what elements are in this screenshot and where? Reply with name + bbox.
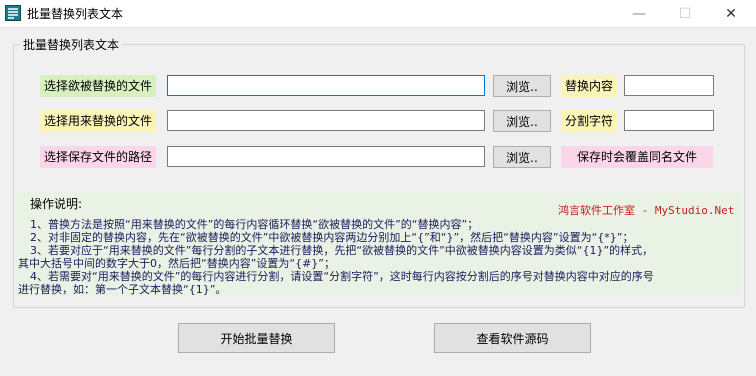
instruction-line: 2、对非固定的替换内容，先在“欲被替换的文件”中欲被替换内容两边分别加上“{”和… (30, 231, 634, 244)
save-path-input[interactable] (167, 146, 485, 167)
save-browse-button[interactable]: 浏览.. (493, 146, 551, 168)
instruction-line: 3、若要对应于“用来替换的文件”每行分割的子文本进行替换，先把“欲被替换的文件”… (30, 244, 654, 257)
instruction-line: 4、若需要对“用来替换的文件”的每行内容进行分割，请设置“分割字符”，这时每行内… (30, 270, 654, 283)
app-icon (5, 5, 21, 21)
source-file-label: 选择欲被替换的文件 (40, 75, 157, 97)
close-icon: ✕ (725, 5, 737, 22)
replace-content-input[interactable] (624, 75, 714, 96)
title-bar[interactable]: 批量替换列表文本 — ☐ ✕ (0, 0, 756, 28)
overwrite-note: 保存时会覆盖同名文件 (561, 146, 713, 168)
maximize-button[interactable]: ☐ (662, 0, 708, 27)
instruction-line: 其中大括号中间的数字大于0，然后把“替换内容”设置为“{#}”； (18, 257, 336, 270)
replace-content-label: 替换内容 (561, 75, 618, 97)
close-button[interactable]: ✕ (708, 0, 754, 27)
replacement-browse-button[interactable]: 浏览.. (493, 110, 551, 132)
source-browse-button[interactable]: 浏览.. (493, 75, 551, 97)
save-path-label: 选择保存文件的路径 (40, 146, 157, 168)
brand-link[interactable]: 鸿言软件工作室 - MyStudio.Net (558, 202, 734, 218)
instruction-line: 1、普换方法是按照“用来替换的文件”的每行内容循环替换“欲被替换的文件”的“替换… (30, 218, 479, 231)
start-replace-button[interactable]: 开始批量替换 (178, 323, 335, 353)
split-char-label: 分割字符 (561, 110, 618, 132)
source-file-input[interactable] (167, 75, 485, 96)
minimize-icon: — (632, 5, 646, 22)
view-source-button[interactable]: 查看软件源码 (434, 323, 591, 353)
groupbox-title: 批量替换列表文本 (20, 36, 123, 53)
app-window: 批量替换列表文本 — ☐ ✕ 批量替换列表文本 选择欲被替换的文件 浏览.. 替… (0, 0, 756, 376)
split-char-input[interactable] (624, 110, 714, 131)
maximize-icon: ☐ (678, 5, 692, 22)
replacement-file-input[interactable] (167, 110, 485, 131)
minimize-button[interactable]: — (616, 0, 662, 27)
replacement-file-label: 选择用来替换的文件 (40, 110, 157, 132)
window-title: 批量替换列表文本 (27, 7, 124, 21)
instructions-title: 操作说明: (30, 197, 83, 211)
instruction-line: 进行替换，如：第一个子文本替换“{1}”。 (18, 283, 227, 296)
